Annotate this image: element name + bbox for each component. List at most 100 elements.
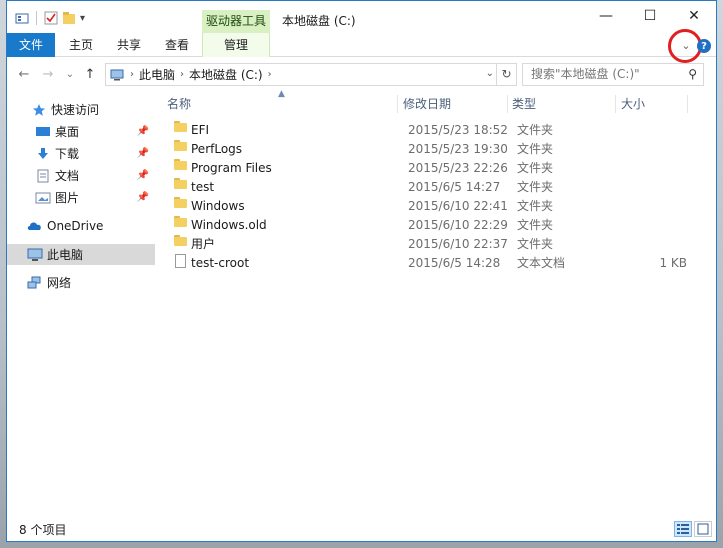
search-icon[interactable]: ⚲ xyxy=(688,64,697,85)
nav-item-desktop[interactable]: 桌面 📌 xyxy=(7,121,155,142)
properties-icon[interactable] xyxy=(15,11,29,25)
file-type: 文件夹 xyxy=(517,180,554,194)
window-title: 本地磁盘 (C:) xyxy=(282,14,356,28)
title-bar: ▾ 驱动器工具 本地磁盘 (C:) — ☐ ✕ xyxy=(7,1,716,33)
forward-button[interactable]: → xyxy=(39,66,57,84)
explorer-window: ▾ 驱动器工具 本地磁盘 (C:) — ☐ ✕ 文件 主页 共享 查看 管理 ⌄… xyxy=(6,0,717,542)
folder-icon xyxy=(174,140,187,151)
up-button[interactable]: ↑ xyxy=(81,66,99,84)
file-type: 文件夹 xyxy=(517,123,554,137)
file-type: 文件夹 xyxy=(517,161,554,175)
file-date: 2015/5/23 18:52 xyxy=(408,123,508,137)
status-bar: 8 个项目 xyxy=(7,517,716,541)
nav-network[interactable]: 网络 xyxy=(7,272,155,293)
file-name: test-croot xyxy=(191,256,250,270)
nav-network-label: 网络 xyxy=(47,276,72,290)
tab-share[interactable]: 共享 xyxy=(111,33,147,57)
file-type: 文件夹 xyxy=(517,218,554,232)
network-icon xyxy=(27,276,41,288)
file-date: 2015/6/10 22:37 xyxy=(408,237,508,251)
table-row[interactable]: Windows 2015/6/10 22:41 文件夹 xyxy=(157,197,697,216)
download-icon xyxy=(38,147,48,159)
file-name: Program Files xyxy=(191,161,272,175)
table-row[interactable]: EFI 2015/5/23 18:52 文件夹 xyxy=(157,121,697,140)
customize-qat-icon[interactable]: ▾ xyxy=(80,13,85,24)
column-divider[interactable] xyxy=(507,95,508,113)
navigation-pane: 快速访问 桌面 📌 下载 📌 文档 📌 图片 📌 OneDrive 此电脑 网络 xyxy=(7,93,155,515)
file-date: 2015/5/23 19:30 xyxy=(408,142,508,156)
back-button[interactable]: ← xyxy=(15,66,33,84)
item-count: 8 个项目 xyxy=(19,523,67,537)
column-header-name[interactable]: 名称 xyxy=(167,93,191,115)
nav-item-label: 图片 xyxy=(55,191,80,205)
file-type: 文件夹 xyxy=(517,142,554,156)
maximize-button[interactable]: ☐ xyxy=(628,1,672,31)
minimize-button[interactable]: — xyxy=(584,1,628,31)
nav-item-label: 桌面 xyxy=(55,125,80,139)
folder-icon xyxy=(174,178,187,189)
column-header-type[interactable]: 类型 xyxy=(512,93,536,115)
file-size: 1 KB xyxy=(659,256,687,270)
folder-icon xyxy=(174,197,187,208)
help-icon[interactable]: ? xyxy=(697,39,711,53)
tab-file[interactable]: 文件 xyxy=(7,33,55,57)
new-folder-icon[interactable] xyxy=(62,11,76,25)
column-divider[interactable] xyxy=(615,95,616,113)
column-header-date[interactable]: 修改日期 xyxy=(403,93,451,115)
check-properties-icon[interactable] xyxy=(44,11,58,25)
column-divider[interactable] xyxy=(397,95,398,113)
recent-locations-button[interactable]: ⌄ xyxy=(61,66,79,84)
tab-view[interactable]: 查看 xyxy=(159,33,195,57)
large-icons-view-button[interactable] xyxy=(694,521,712,537)
file-type: 文本文档 xyxy=(517,256,566,270)
file-name: PerfLogs xyxy=(191,142,243,156)
refresh-button[interactable]: ↻ xyxy=(496,64,516,85)
nav-onedrive-label: OneDrive xyxy=(47,218,104,233)
pin-icon[interactable]: 📌 xyxy=(137,126,149,137)
tab-manage[interactable]: 管理 xyxy=(202,33,270,57)
column-header-size[interactable]: 大小 xyxy=(621,93,645,115)
breadcrumb-local-disk[interactable]: 本地磁盘 (C:) xyxy=(189,66,263,83)
pin-icon[interactable]: 📌 xyxy=(137,148,149,159)
address-dropdown-icon[interactable]: ⌄ xyxy=(486,68,494,79)
file-date: 2015/6/5 14:27 xyxy=(408,180,501,194)
navigation-bar: ← → ⌄ ↑ › 此电脑 › 本地磁盘 (C:) › ⌄ ↻ 搜索"本地磁盘 … xyxy=(7,61,716,89)
address-bar[interactable]: › 此电脑 › 本地磁盘 (C:) › ⌄ ↻ xyxy=(105,63,517,86)
desktop-icon xyxy=(36,126,50,136)
tab-home[interactable]: 主页 xyxy=(63,33,99,57)
nav-onedrive[interactable]: OneDrive xyxy=(7,215,155,236)
folder-icon xyxy=(174,159,187,170)
nav-item-label: 文档 xyxy=(55,169,80,183)
table-row[interactable]: Windows.old 2015/6/10 22:29 文件夹 xyxy=(157,216,697,235)
folder-icon xyxy=(174,121,187,132)
file-name: Windows.old xyxy=(191,218,267,232)
drive-tools-tab[interactable]: 驱动器工具 xyxy=(202,10,270,33)
nav-item-downloads[interactable]: 下载 📌 xyxy=(7,143,155,164)
ribbon-tabs: 文件 主页 共享 查看 管理 xyxy=(7,33,716,57)
file-date: 2015/6/10 22:41 xyxy=(408,199,508,213)
table-row[interactable]: Program Files 2015/5/23 22:26 文件夹 xyxy=(157,159,697,178)
file-name: EFI xyxy=(191,123,210,137)
nav-item-label: 下载 xyxy=(55,147,80,161)
table-row[interactable]: PerfLogs 2015/5/23 19:30 文件夹 xyxy=(157,140,697,159)
table-row[interactable]: test 2015/6/5 14:27 文件夹 xyxy=(157,178,697,197)
file-name: 用户 xyxy=(191,237,216,251)
nav-item-pictures[interactable]: 图片 📌 xyxy=(7,187,155,208)
table-row[interactable]: test-croot 2015/6/5 14:28 文本文档 1 KB xyxy=(157,254,697,273)
column-divider[interactable] xyxy=(687,95,688,113)
address-separator-icon[interactable]: › xyxy=(180,69,184,80)
pin-icon[interactable]: 📌 xyxy=(137,170,149,181)
search-box[interactable]: 搜索"本地磁盘 (C:)" ⚲ xyxy=(522,63,704,86)
nav-item-documents[interactable]: 文档 📌 xyxy=(7,165,155,186)
details-view-button[interactable] xyxy=(674,521,692,537)
address-separator-icon[interactable]: › xyxy=(268,69,272,80)
nav-quick-access[interactable]: 快速访问 xyxy=(7,99,155,120)
pin-icon[interactable]: 📌 xyxy=(137,192,149,203)
close-button[interactable]: ✕ xyxy=(672,1,716,31)
nav-quick-access-label: 快速访问 xyxy=(51,103,100,117)
address-separator-icon[interactable]: › xyxy=(130,69,134,80)
breadcrumb-this-pc[interactable]: 此电脑 xyxy=(139,66,175,83)
table-row[interactable]: 用户 2015/6/10 22:37 文件夹 xyxy=(157,235,697,254)
nav-this-pc[interactable]: 此电脑 xyxy=(7,244,155,265)
computer-icon xyxy=(27,248,43,261)
